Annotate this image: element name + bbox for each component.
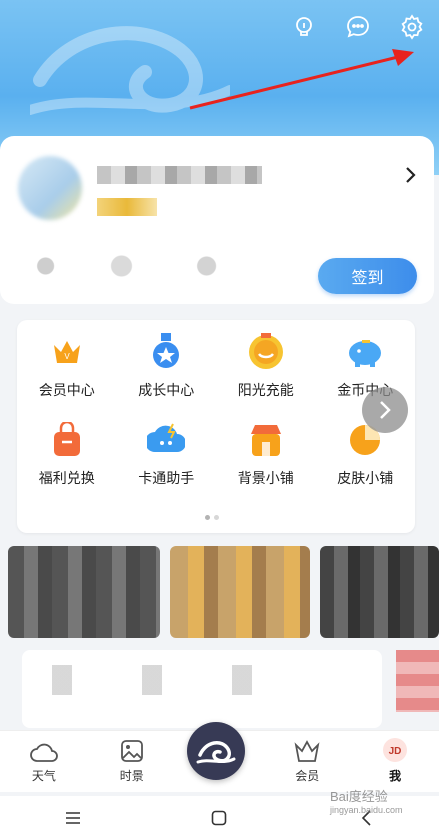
service-label: 成长中心 <box>138 382 195 398</box>
tab-me[interactable]: JD 我 <box>351 737 439 792</box>
chat-icon[interactable] <box>343 12 373 42</box>
tab-label: 会员 <box>295 769 320 783</box>
watermark: Bai度经验 jingyan.baidu.com <box>330 786 403 815</box>
service-label: 背景小铺 <box>237 470 294 486</box>
watermark-title: Bai度经验 <box>330 789 388 804</box>
lightbulb-icon[interactable] <box>289 12 319 42</box>
content-blurred <box>52 665 292 695</box>
carousel-dots <box>205 515 219 520</box>
service-skin-shop[interactable]: 皮肤小铺 <box>316 418 416 488</box>
chevron-right-icon[interactable] <box>402 166 418 184</box>
shop-icon <box>244 418 288 462</box>
home-cloud-button[interactable] <box>187 722 245 780</box>
services-grid: V 会员中心 成长中心 阳光充能 金币中心 福利兑换 卡通助手 背景小铺 皮肤小… <box>17 330 415 488</box>
crown-icon <box>294 740 320 762</box>
service-growth-center[interactable]: 成长中心 <box>117 330 217 400</box>
tab-center-placeholder <box>176 784 264 792</box>
service-coin-center[interactable]: 金币中心 <box>316 330 416 400</box>
picture-icon <box>120 740 143 762</box>
svg-text:V: V <box>64 352 70 361</box>
watermark-url: jingyan.baidu.com <box>330 805 403 815</box>
checkin-button[interactable]: 签到 <box>318 258 417 294</box>
annotation-arrow <box>189 49 414 110</box>
promo-banner-blurred[interactable] <box>320 546 439 638</box>
service-member-center[interactable]: V 会员中心 <box>17 330 117 400</box>
cloud-logo-icon <box>196 741 236 764</box>
user-stats-blurred <box>18 244 248 288</box>
service-sunshine-charge[interactable]: 阳光充能 <box>216 330 316 400</box>
cartoon-assistant-icon <box>144 418 188 462</box>
service-label: 会员中心 <box>38 382 95 398</box>
username-blurred <box>97 166 262 184</box>
service-label: 皮肤小铺 <box>337 470 394 486</box>
tab-label: 天气 <box>31 769 56 783</box>
tab-scenes[interactable]: 时景 <box>88 739 176 792</box>
service-background-shop[interactable]: 背景小铺 <box>216 418 316 488</box>
services-card: V 会员中心 成长中心 阳光充能 金币中心 福利兑换 卡通助手 背景小铺 皮肤小… <box>17 320 415 533</box>
avatar[interactable] <box>18 156 82 220</box>
header-actions <box>289 12 427 42</box>
tab-member[interactable]: 会员 <box>263 739 351 792</box>
tab-weather[interactable]: 天气 <box>0 741 88 792</box>
menu-icon[interactable] <box>53 803 93 833</box>
promo-banner-blurred[interactable] <box>170 546 310 638</box>
sun-icon <box>244 330 288 374</box>
service-welfare-exchange[interactable]: 福利兑换 <box>17 418 117 488</box>
content-card-blurred[interactable] <box>22 650 382 728</box>
service-label: 卡通助手 <box>138 470 195 486</box>
tab-label: 时景 <box>119 769 144 783</box>
tab-label: 我 <box>389 769 402 783</box>
chevron-right-icon <box>380 401 391 419</box>
gift-bag-icon <box>45 418 89 462</box>
user-badge-blurred <box>97 198 157 216</box>
side-banner-blurred[interactable] <box>396 650 439 712</box>
svg-text:JD: JD <box>389 746 402 757</box>
carousel-dot <box>214 515 219 520</box>
service-label: 福利兑换 <box>38 470 95 486</box>
carousel-next-button[interactable] <box>362 387 408 433</box>
medal-icon <box>144 330 188 374</box>
settings-gear-icon[interactable] <box>397 12 427 42</box>
home-square-icon[interactable] <box>199 803 239 833</box>
promo-banner-blurred[interactable] <box>8 546 160 638</box>
piggy-bank-icon <box>343 330 387 374</box>
carousel-dot <box>205 515 210 520</box>
crown-icon: V <box>45 330 89 374</box>
cloud-icon <box>30 743 58 762</box>
avatar-icon: JD <box>383 738 408 762</box>
service-cartoon-assistant[interactable]: 卡通助手 <box>117 418 217 488</box>
service-label: 阳光充能 <box>237 382 294 398</box>
